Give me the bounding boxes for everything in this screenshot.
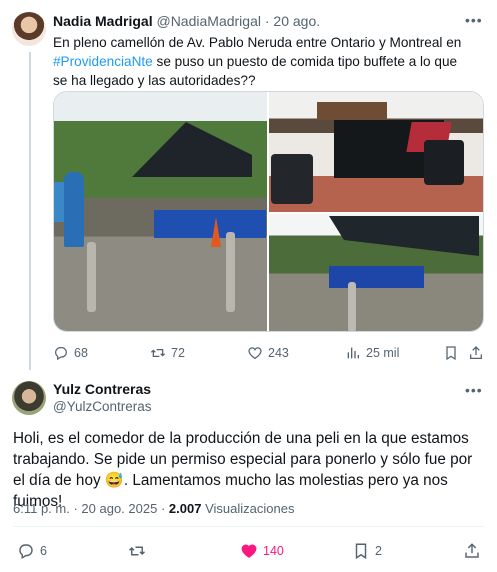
views-count: 25 mil: [366, 346, 400, 360]
reply-button[interactable]: 6: [17, 542, 47, 560]
reply-icon: [19, 544, 33, 560]
bookmark-icon: [446, 346, 456, 361]
photo-tent-tables[interactable]: [269, 214, 483, 331]
share-icon: [465, 543, 479, 558]
like-count: 140: [263, 544, 284, 558]
photo-table-shape: [329, 266, 424, 288]
like-button[interactable]: 140: [240, 542, 284, 560]
heart-icon: [248, 347, 262, 360]
retweet-button[interactable]: 72: [150, 345, 185, 361]
share-button[interactable]: [468, 345, 489, 361]
retweet-count: 72: [171, 346, 185, 360]
tweet-header: Nadia Madrigal @NadiaMadrigal · 20 ago.: [53, 13, 320, 29]
photo-street-tent[interactable]: [54, 92, 267, 331]
views-label: Visualizaciones: [205, 501, 295, 516]
tweet-date[interactable]: 20 ago.: [273, 13, 320, 29]
photo-buffet-table[interactable]: [269, 92, 483, 212]
bookmark-button[interactable]: 2: [352, 542, 382, 560]
dot-separator: ·: [160, 501, 169, 516]
photo-table-shape: [154, 210, 266, 238]
avatar[interactable]: [12, 381, 46, 415]
photo-tent-shape: [329, 216, 479, 256]
share-icon: [470, 346, 482, 359]
bookmark-count: 2: [375, 544, 382, 558]
retweet-button[interactable]: [128, 542, 151, 560]
author-handle[interactable]: @NadiaMadrigal: [156, 13, 260, 29]
more-icon[interactable]: •••: [465, 382, 483, 398]
retweet-icon: [128, 546, 146, 556]
tweet-date[interactable]: 20 ago. 2025: [81, 501, 157, 516]
tweet-text: Holi, es el comedor de la producción de …: [13, 430, 473, 510]
photo-bin-shape: [424, 140, 464, 185]
views-icon: [347, 347, 359, 359]
views-count: 2.007: [168, 501, 202, 516]
dot-separator: ·: [260, 13, 274, 29]
reply-icon: [55, 347, 67, 361]
divider: [13, 526, 484, 527]
heart-icon: [241, 544, 257, 558]
avatar[interactable]: [12, 12, 46, 46]
tweet-text: En pleno camellón de Av. Pablo Neruda en…: [53, 33, 473, 90]
thread-connector-line: [29, 52, 31, 370]
views-button[interactable]: 25 mil: [345, 345, 399, 361]
tweet2-action-bar: 6 140 2: [0, 542, 497, 560]
tweet-meta: 6:11 p. m. · 20 ago. 2025 · 2.007 Visual…: [13, 501, 294, 516]
reply-count: 6: [40, 544, 47, 558]
reply-count: 68: [74, 346, 88, 360]
photo-bin-shape: [271, 154, 313, 204]
author-name[interactable]: Yulz Contreras: [53, 381, 151, 397]
photo-post-shape: [226, 232, 235, 312]
photo-person-shape: [64, 172, 84, 247]
retweet-icon: [150, 349, 166, 357]
reply-button[interactable]: 68: [53, 345, 88, 361]
tweet-text-part: En pleno camellón de Av. Pablo Neruda en…: [53, 35, 462, 50]
media-grid: [53, 91, 484, 332]
photo-shelf-shape: [317, 102, 387, 120]
like-button[interactable]: 243: [247, 345, 289, 361]
share-button[interactable]: [463, 542, 486, 560]
photo-post-shape: [348, 282, 356, 331]
photo-post-shape: [87, 242, 96, 312]
author-handle[interactable]: @YulzContreras: [53, 399, 152, 414]
like-count: 243: [268, 346, 289, 360]
bookmark-icon: [355, 543, 367, 560]
bookmark-button[interactable]: [443, 345, 464, 361]
photo-tent-shape: [132, 122, 252, 177]
hashtag-link[interactable]: #ProvidenciaNte: [53, 54, 153, 69]
photo-person-shape: [54, 182, 64, 222]
tweet1-action-bar: 68 72 243 25 mil: [0, 345, 497, 363]
tweet-time[interactable]: 6:11 p. m.: [13, 501, 70, 516]
author-name[interactable]: Nadia Madrigal: [53, 13, 153, 29]
more-icon[interactable]: •••: [465, 12, 483, 28]
